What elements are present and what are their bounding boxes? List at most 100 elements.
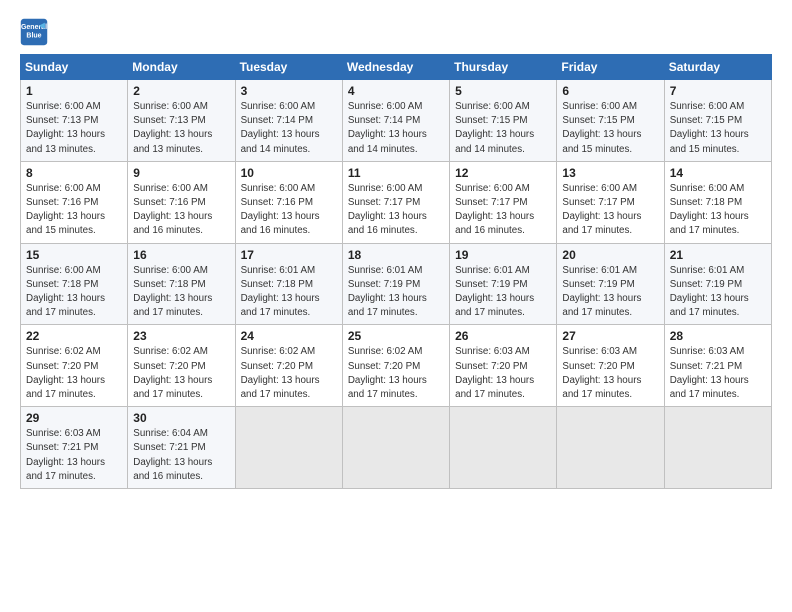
svg-text:Blue: Blue: [26, 32, 41, 39]
day-number: 27: [562, 329, 658, 343]
day-cell: [664, 407, 771, 489]
weekday-header-saturday: Saturday: [664, 55, 771, 80]
day-number: 23: [133, 329, 229, 343]
day-cell: [342, 407, 449, 489]
day-number: 22: [26, 329, 122, 343]
weekday-header-wednesday: Wednesday: [342, 55, 449, 80]
day-number: 20: [562, 248, 658, 262]
day-number: 9: [133, 166, 229, 180]
day-info: Sunrise: 6:03 AMSunset: 7:21 PMDaylight:…: [26, 427, 122, 484]
weekday-header-tuesday: Tuesday: [235, 55, 342, 80]
day-info: Sunrise: 6:02 AMSunset: 7:20 PMDaylight:…: [348, 345, 444, 402]
day-info: Sunrise: 6:00 AMSunset: 7:17 PMDaylight:…: [455, 182, 551, 239]
day-cell: 21 Sunrise: 6:01 AMSunset: 7:19 PMDaylig…: [664, 243, 771, 325]
day-cell: 18 Sunrise: 6:01 AMSunset: 7:19 PMDaylig…: [342, 243, 449, 325]
day-cell: [557, 407, 664, 489]
day-info: Sunrise: 6:00 AMSunset: 7:18 PMDaylight:…: [26, 264, 122, 321]
day-number: 25: [348, 329, 444, 343]
day-info: Sunrise: 6:01 AMSunset: 7:19 PMDaylight:…: [670, 264, 766, 321]
day-cell: 9 Sunrise: 6:00 AMSunset: 7:16 PMDayligh…: [128, 161, 235, 243]
weekday-header-row: SundayMondayTuesdayWednesdayThursdayFrid…: [21, 55, 772, 80]
week-row-4: 22 Sunrise: 6:02 AMSunset: 7:20 PMDaylig…: [21, 325, 772, 407]
day-number: 6: [562, 84, 658, 98]
day-cell: 5 Sunrise: 6:00 AMSunset: 7:15 PMDayligh…: [450, 80, 557, 162]
day-info: Sunrise: 6:00 AMSunset: 7:15 PMDaylight:…: [455, 100, 551, 157]
day-cell: 6 Sunrise: 6:00 AMSunset: 7:15 PMDayligh…: [557, 80, 664, 162]
day-number: 16: [133, 248, 229, 262]
day-number: 30: [133, 411, 229, 425]
day-cell: 17 Sunrise: 6:01 AMSunset: 7:18 PMDaylig…: [235, 243, 342, 325]
day-info: Sunrise: 6:00 AMSunset: 7:18 PMDaylight:…: [670, 182, 766, 239]
calendar-table: SundayMondayTuesdayWednesdayThursdayFrid…: [20, 54, 772, 489]
weekday-header-monday: Monday: [128, 55, 235, 80]
weekday-header-sunday: Sunday: [21, 55, 128, 80]
day-cell: 1 Sunrise: 6:00 AMSunset: 7:13 PMDayligh…: [21, 80, 128, 162]
day-number: 29: [26, 411, 122, 425]
day-number: 26: [455, 329, 551, 343]
day-info: Sunrise: 6:03 AMSunset: 7:20 PMDaylight:…: [562, 345, 658, 402]
weekday-header-friday: Friday: [557, 55, 664, 80]
logo-icon: General Blue: [20, 18, 48, 46]
day-info: Sunrise: 6:00 AMSunset: 7:18 PMDaylight:…: [133, 264, 229, 321]
day-info: Sunrise: 6:01 AMSunset: 7:18 PMDaylight:…: [241, 264, 337, 321]
day-info: Sunrise: 6:02 AMSunset: 7:20 PMDaylight:…: [241, 345, 337, 402]
day-cell: 25 Sunrise: 6:02 AMSunset: 7:20 PMDaylig…: [342, 325, 449, 407]
logo: General Blue: [20, 18, 52, 46]
day-cell: 15 Sunrise: 6:00 AMSunset: 7:18 PMDaylig…: [21, 243, 128, 325]
day-number: 7: [670, 84, 766, 98]
day-number: 24: [241, 329, 337, 343]
day-number: 1: [26, 84, 122, 98]
day-info: Sunrise: 6:00 AMSunset: 7:16 PMDaylight:…: [241, 182, 337, 239]
day-cell: 26 Sunrise: 6:03 AMSunset: 7:20 PMDaylig…: [450, 325, 557, 407]
day-cell: 8 Sunrise: 6:00 AMSunset: 7:16 PMDayligh…: [21, 161, 128, 243]
day-info: Sunrise: 6:00 AMSunset: 7:17 PMDaylight:…: [562, 182, 658, 239]
day-cell: 30 Sunrise: 6:04 AMSunset: 7:21 PMDaylig…: [128, 407, 235, 489]
day-cell: 27 Sunrise: 6:03 AMSunset: 7:20 PMDaylig…: [557, 325, 664, 407]
day-cell: 16 Sunrise: 6:00 AMSunset: 7:18 PMDaylig…: [128, 243, 235, 325]
day-info: Sunrise: 6:00 AMSunset: 7:14 PMDaylight:…: [348, 100, 444, 157]
day-info: Sunrise: 6:01 AMSunset: 7:19 PMDaylight:…: [348, 264, 444, 321]
day-info: Sunrise: 6:01 AMSunset: 7:19 PMDaylight:…: [562, 264, 658, 321]
day-info: Sunrise: 6:02 AMSunset: 7:20 PMDaylight:…: [133, 345, 229, 402]
day-info: Sunrise: 6:00 AMSunset: 7:14 PMDaylight:…: [241, 100, 337, 157]
day-info: Sunrise: 6:03 AMSunset: 7:21 PMDaylight:…: [670, 345, 766, 402]
day-cell: 20 Sunrise: 6:01 AMSunset: 7:19 PMDaylig…: [557, 243, 664, 325]
day-info: Sunrise: 6:00 AMSunset: 7:13 PMDaylight:…: [26, 100, 122, 157]
day-info: Sunrise: 6:01 AMSunset: 7:19 PMDaylight:…: [455, 264, 551, 321]
day-number: 17: [241, 248, 337, 262]
day-cell: 2 Sunrise: 6:00 AMSunset: 7:13 PMDayligh…: [128, 80, 235, 162]
day-number: 11: [348, 166, 444, 180]
day-number: 14: [670, 166, 766, 180]
day-info: Sunrise: 6:00 AMSunset: 7:17 PMDaylight:…: [348, 182, 444, 239]
day-cell: 3 Sunrise: 6:00 AMSunset: 7:14 PMDayligh…: [235, 80, 342, 162]
day-number: 8: [26, 166, 122, 180]
day-info: Sunrise: 6:00 AMSunset: 7:13 PMDaylight:…: [133, 100, 229, 157]
day-info: Sunrise: 6:03 AMSunset: 7:20 PMDaylight:…: [455, 345, 551, 402]
day-cell: 10 Sunrise: 6:00 AMSunset: 7:16 PMDaylig…: [235, 161, 342, 243]
day-cell: 4 Sunrise: 6:00 AMSunset: 7:14 PMDayligh…: [342, 80, 449, 162]
day-info: Sunrise: 6:00 AMSunset: 7:15 PMDaylight:…: [670, 100, 766, 157]
day-cell: 29 Sunrise: 6:03 AMSunset: 7:21 PMDaylig…: [21, 407, 128, 489]
week-row-2: 8 Sunrise: 6:00 AMSunset: 7:16 PMDayligh…: [21, 161, 772, 243]
day-number: 12: [455, 166, 551, 180]
weekday-header-thursday: Thursday: [450, 55, 557, 80]
day-cell: 24 Sunrise: 6:02 AMSunset: 7:20 PMDaylig…: [235, 325, 342, 407]
week-row-1: 1 Sunrise: 6:00 AMSunset: 7:13 PMDayligh…: [21, 80, 772, 162]
day-number: 19: [455, 248, 551, 262]
day-info: Sunrise: 6:00 AMSunset: 7:16 PMDaylight:…: [26, 182, 122, 239]
day-cell: 7 Sunrise: 6:00 AMSunset: 7:15 PMDayligh…: [664, 80, 771, 162]
day-info: Sunrise: 6:04 AMSunset: 7:21 PMDaylight:…: [133, 427, 229, 484]
day-number: 2: [133, 84, 229, 98]
day-number: 28: [670, 329, 766, 343]
day-cell: [235, 407, 342, 489]
day-info: Sunrise: 6:02 AMSunset: 7:20 PMDaylight:…: [26, 345, 122, 402]
week-row-3: 15 Sunrise: 6:00 AMSunset: 7:18 PMDaylig…: [21, 243, 772, 325]
day-info: Sunrise: 6:00 AMSunset: 7:16 PMDaylight:…: [133, 182, 229, 239]
week-row-5: 29 Sunrise: 6:03 AMSunset: 7:21 PMDaylig…: [21, 407, 772, 489]
day-cell: 19 Sunrise: 6:01 AMSunset: 7:19 PMDaylig…: [450, 243, 557, 325]
day-cell: 11 Sunrise: 6:00 AMSunset: 7:17 PMDaylig…: [342, 161, 449, 243]
day-number: 15: [26, 248, 122, 262]
day-cell: 12 Sunrise: 6:00 AMSunset: 7:17 PMDaylig…: [450, 161, 557, 243]
day-number: 3: [241, 84, 337, 98]
day-cell: 22 Sunrise: 6:02 AMSunset: 7:20 PMDaylig…: [21, 325, 128, 407]
